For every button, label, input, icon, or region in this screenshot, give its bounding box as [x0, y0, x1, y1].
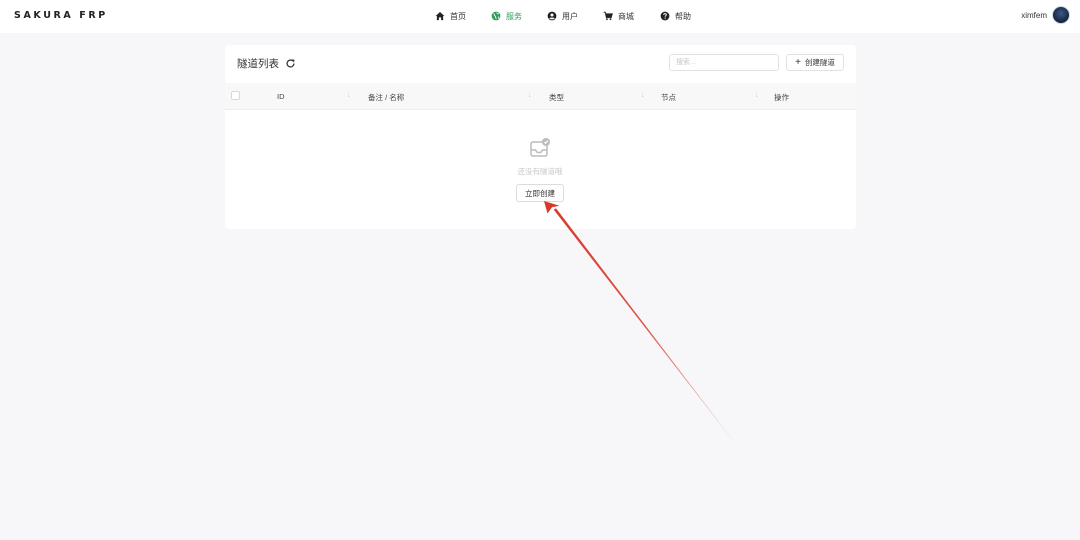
nav-label-store: 商城 [618, 11, 634, 21]
nav-item-home[interactable]: 首页 [435, 9, 466, 23]
empty-inbox-icon [530, 138, 550, 157]
column-header-node[interactable]: 节点 [661, 92, 676, 103]
card-title: 隧道列表 [237, 58, 279, 70]
search-input[interactable] [669, 54, 779, 71]
empty-state-text: 还没有隧道哦 [517, 167, 563, 176]
column-header-id[interactable]: ID [277, 92, 285, 101]
column-header-name[interactable]: 备注 / 名称 [368, 92, 404, 103]
globe-icon [491, 11, 501, 21]
nav-item-help[interactable]: 帮助 [660, 9, 691, 23]
refresh-icon[interactable] [285, 58, 296, 69]
create-now-label: 立即创建 [525, 188, 555, 198]
table-header: ID ↓ 备注 / 名称 ↓ 类型 ↓ 节点 ↓ 操作 [225, 83, 856, 110]
sort-arrow-icon[interactable]: ↓ [755, 92, 759, 99]
plus-icon: + [795, 56, 801, 68]
sort-arrow-icon[interactable]: ↓ [347, 92, 351, 99]
cart-icon [603, 11, 613, 21]
select-all-checkbox[interactable] [231, 91, 240, 100]
sort-arrow-icon[interactable]: ↓ [641, 92, 645, 99]
sort-arrow-icon[interactable]: ↓ [528, 92, 532, 99]
create-tunnel-label: 创建隧道 [804, 58, 835, 67]
create-now-button[interactable]: 立即创建 [516, 184, 564, 202]
tunnel-list-card: 隧道列表 + 创建隧道 ID ↓ 备注 / 名称 ↓ 类型 ↓ 节点 ↓ 操作 … [225, 45, 856, 229]
nav-label-user: 用户 [562, 11, 578, 21]
nav-label-help: 帮助 [675, 11, 691, 21]
card-header: 隧道列表 [237, 56, 296, 71]
home-icon [435, 11, 445, 21]
avatar[interactable] [1052, 6, 1070, 24]
user-icon [547, 11, 557, 21]
top-bar: SAKURA FRP 首页 服务 用户 商城 帮助 ximfem [0, 0, 1080, 33]
nav-item-user[interactable]: 用户 [547, 9, 578, 23]
column-header-actions: 操作 [774, 93, 789, 102]
main-nav: 首页 服务 用户 商城 帮助 [0, 0, 1080, 33]
username: ximfem [1021, 10, 1047, 20]
create-tunnel-button[interactable]: + 创建隧道 [786, 54, 844, 71]
nav-label-service: 服务 [506, 11, 522, 21]
help-icon [660, 11, 670, 21]
nav-item-service[interactable]: 服务 [491, 9, 522, 23]
column-header-type[interactable]: 类型 [549, 92, 564, 103]
user-menu[interactable]: ximfem [1021, 6, 1070, 24]
nav-item-store[interactable]: 商城 [603, 9, 634, 23]
nav-label-home: 首页 [450, 11, 466, 21]
